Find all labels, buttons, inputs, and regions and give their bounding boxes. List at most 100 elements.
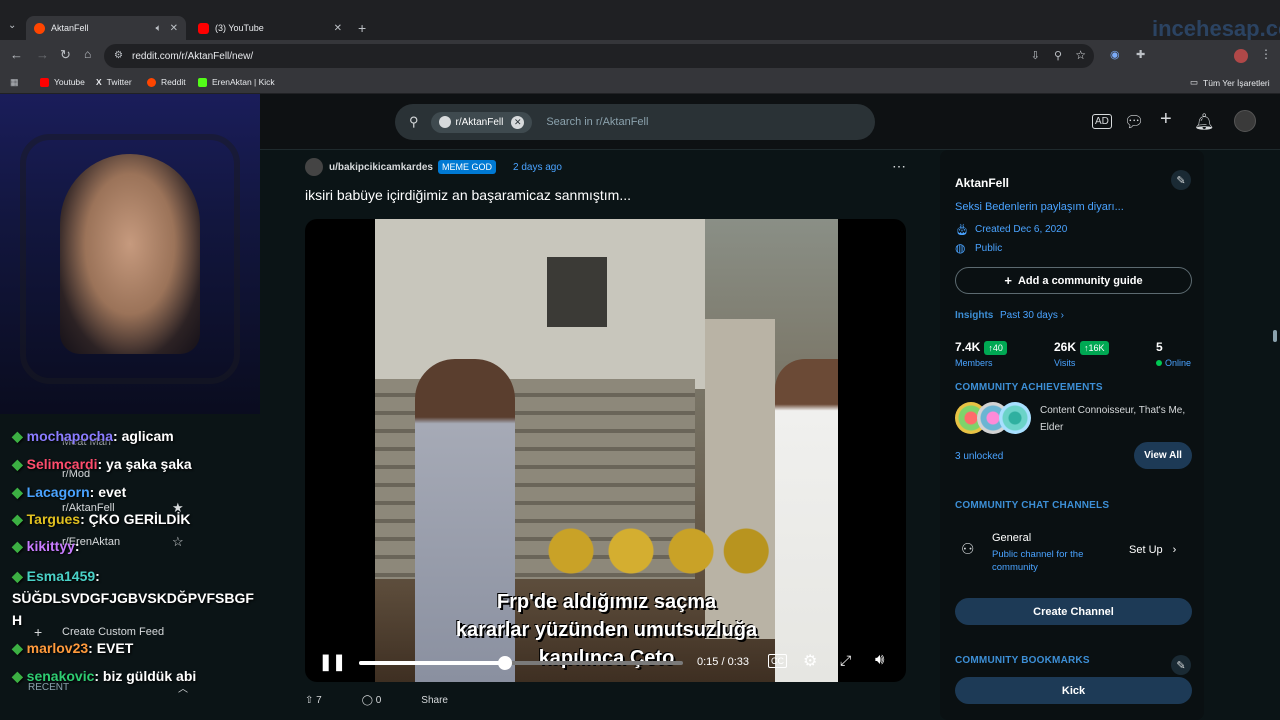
pause-icon[interactable]: ❚❚ [319, 652, 346, 672]
reddit-favicon-icon [34, 22, 45, 34]
bookmark-label: Twitter [106, 77, 132, 87]
chat-icon[interactable]: 💬︎ [1124, 112, 1144, 132]
progress-track[interactable] [359, 656, 683, 670]
video-subtitle-line: Frp'de aldığımız saçma [496, 591, 717, 613]
comment-icon[interactable]: ◯ 0 [362, 695, 382, 706]
setup-button[interactable]: Set Up › [1129, 544, 1176, 556]
chat-line: ◆ Targues: ÇKO GERİLDİK [12, 511, 191, 527]
bookmark-youtube[interactable]: Youtube [40, 77, 85, 87]
stat-value: 7.4K [955, 340, 981, 354]
close-tab-icon[interactable]: ✕ [334, 23, 342, 34]
stat-value: 26K [1054, 340, 1077, 354]
cake-icon: 🎂︎ [955, 224, 969, 236]
create-post-icon[interactable]: + [1160, 108, 1172, 131]
chat-bubble-icon: ⚇ [961, 541, 975, 558]
create-custom-feed[interactable]: Create Custom Feed [62, 626, 164, 638]
stat-label: Members [955, 358, 993, 368]
clear-chip-icon[interactable]: ✕ [511, 115, 525, 129]
bookmark-kick-button[interactable]: Kick [955, 677, 1192, 704]
url-text: reddit.com/r/AktanFell/new/ [132, 50, 254, 62]
puzzle-icon[interactable]: ✚ [1136, 48, 1145, 61]
url-input[interactable]: ⚙ reddit.com/r/AktanFell/new/ ⇩ ⚲ ☆ [104, 44, 1094, 68]
channel-row[interactable]: ⚇ General Public channel for the communi… [955, 528, 1192, 573]
post-title[interactable]: iksiri babüye içirdiğimiz an başaramicaz… [305, 187, 631, 203]
browser-tab-bar: ⌄ AktanFell 🔈︎ ✕ (3) YouTube ✕ + incehes… [0, 0, 1280, 41]
video-controls: ❚❚ 0:15 / 0:33 CC ⚙ ⤢ 🔊︎ [305, 644, 906, 682]
channel-name: General [992, 532, 1032, 544]
chat-line: ◆ Lacagorn: evet [12, 484, 127, 500]
settings-icon[interactable]: ⚙ [803, 651, 817, 671]
chevron-down-icon[interactable]: ⌄ [8, 20, 16, 31]
search-input[interactable]: ⚲ r/AktanFell ✕ Search in r/AktanFell [395, 104, 875, 140]
channel-description: Public channel for the community [992, 549, 1084, 573]
video-frame: Frp'de aldığımız saçma kararlar yüzünden… [375, 219, 838, 682]
insights-period[interactable]: Past 30 days › [1000, 310, 1064, 321]
ad-icon[interactable]: AD [1092, 114, 1112, 129]
community-sidebar: AktanFell ✎ Seksi Bedenlerin paylaşım di… [940, 150, 1204, 720]
stat-online: 5 Online [1156, 338, 1191, 368]
share-button[interactable]: Share [421, 695, 448, 706]
captions-icon[interactable]: CC [768, 654, 787, 668]
speaker-icon[interactable]: 🔈︎ [156, 23, 162, 34]
bookmarks-header: COMMUNITY BOOKMARKS [955, 655, 1090, 666]
chat-line: SÜĞDLSVDGFJGBVSKDĞPVFSBGF [12, 590, 254, 606]
apps-icon[interactable]: ▦ [10, 77, 19, 88]
forward-icon[interactable]: → [36, 47, 49, 62]
plus-icon: + [1004, 273, 1012, 288]
progress-knob[interactable] [497, 656, 512, 670]
upvote-icon[interactable]: ⇧ 7 [305, 695, 322, 706]
bookmark-twitter[interactable]: X Twitter [96, 77, 132, 87]
tab-aktanfell[interactable]: AktanFell 🔈︎ ✕ [26, 16, 186, 40]
search-scope-chip[interactable]: r/AktanFell ✕ [430, 111, 533, 133]
notifications-icon[interactable]: 🔔︎ [1194, 112, 1214, 132]
zoom-icon[interactable]: ⚲ [1054, 49, 1062, 62]
bookmark-star-icon[interactable]: ☆ [1075, 48, 1086, 62]
back-icon[interactable]: ← [10, 47, 23, 62]
scrollbar[interactable] [1270, 150, 1280, 720]
user-avatar[interactable] [305, 158, 323, 176]
bookmarks-folder[interactable]: ▭ Tüm Yer İşaretleri [1190, 77, 1270, 88]
new-tab-button[interactable]: + [358, 20, 366, 36]
avatar[interactable] [1234, 110, 1256, 132]
video-building [375, 219, 705, 389]
add-community-guide-button[interactable]: + Add a community guide [955, 267, 1192, 294]
menu-icon[interactable]: ⋮ [1260, 47, 1272, 61]
bookmark-kick[interactable]: ErenAktan | Kick [198, 77, 275, 87]
achievements-text: Content Connoisseur, That's Me, Elder [1040, 405, 1186, 433]
profile-icon[interactable] [1234, 49, 1248, 63]
more-options-icon[interactable]: ⋯ [892, 158, 906, 175]
video-player[interactable]: Frp'de aldığımız saçma kararlar yüzünden… [305, 219, 906, 682]
achievements-header: COMMUNITY ACHIEVEMENTS [955, 382, 1103, 393]
search-placeholder: Search in r/AktanFell [546, 116, 649, 128]
plus-icon: + [34, 624, 43, 640]
view-all-button[interactable]: View All [1134, 442, 1192, 469]
stat-value: 5 [1156, 340, 1163, 354]
scrollbar-thumb[interactable] [1273, 330, 1277, 342]
fullscreen-icon[interactable]: ⤢ [840, 652, 851, 669]
tab-youtube[interactable]: (3) YouTube ✕ [190, 16, 350, 40]
close-tab-icon[interactable]: ✕ [170, 23, 178, 34]
extension-icon[interactable]: ◉ [1110, 48, 1120, 61]
post-author[interactable]: u/bakipcikicamkardes [329, 162, 433, 173]
chevron-right-icon: › [1172, 544, 1177, 556]
edit-icon[interactable]: ✎ [1171, 655, 1191, 675]
install-icon[interactable]: ⇩ [1031, 49, 1040, 62]
address-bar-row: ← → ↻ ⌂ ⚙ reddit.com/r/AktanFell/new/ ⇩ … [0, 40, 1280, 72]
unlocked-count: 3 unlocked [955, 451, 1004, 462]
chat-line: ◆ mochapocha: aglicam [12, 428, 174, 444]
post-time: 2 days ago [513, 162, 562, 173]
bookmark-reddit[interactable]: Reddit [147, 77, 186, 87]
stat-visits: 26K ↑16K Visits [1054, 338, 1109, 368]
create-channel-button[interactable]: Create Channel [955, 598, 1192, 625]
globe-icon: ◍ [955, 241, 966, 255]
edit-icon[interactable]: ✎ [1171, 170, 1191, 190]
volume-icon[interactable]: 🔊︎ [875, 651, 884, 668]
streamer-webcam [0, 94, 260, 414]
chat-line: ◆ kikittyy: [12, 538, 80, 554]
reload-icon[interactable]: ↻ [60, 47, 71, 63]
home-icon[interactable]: ⌂ [84, 47, 91, 61]
favorite-star-icon[interactable]: ☆ [172, 534, 184, 550]
bookmark-label: ErenAktan | Kick [212, 77, 275, 87]
site-info-icon[interactable]: ⚙ [114, 50, 123, 61]
insights-label: Insights [955, 310, 994, 321]
